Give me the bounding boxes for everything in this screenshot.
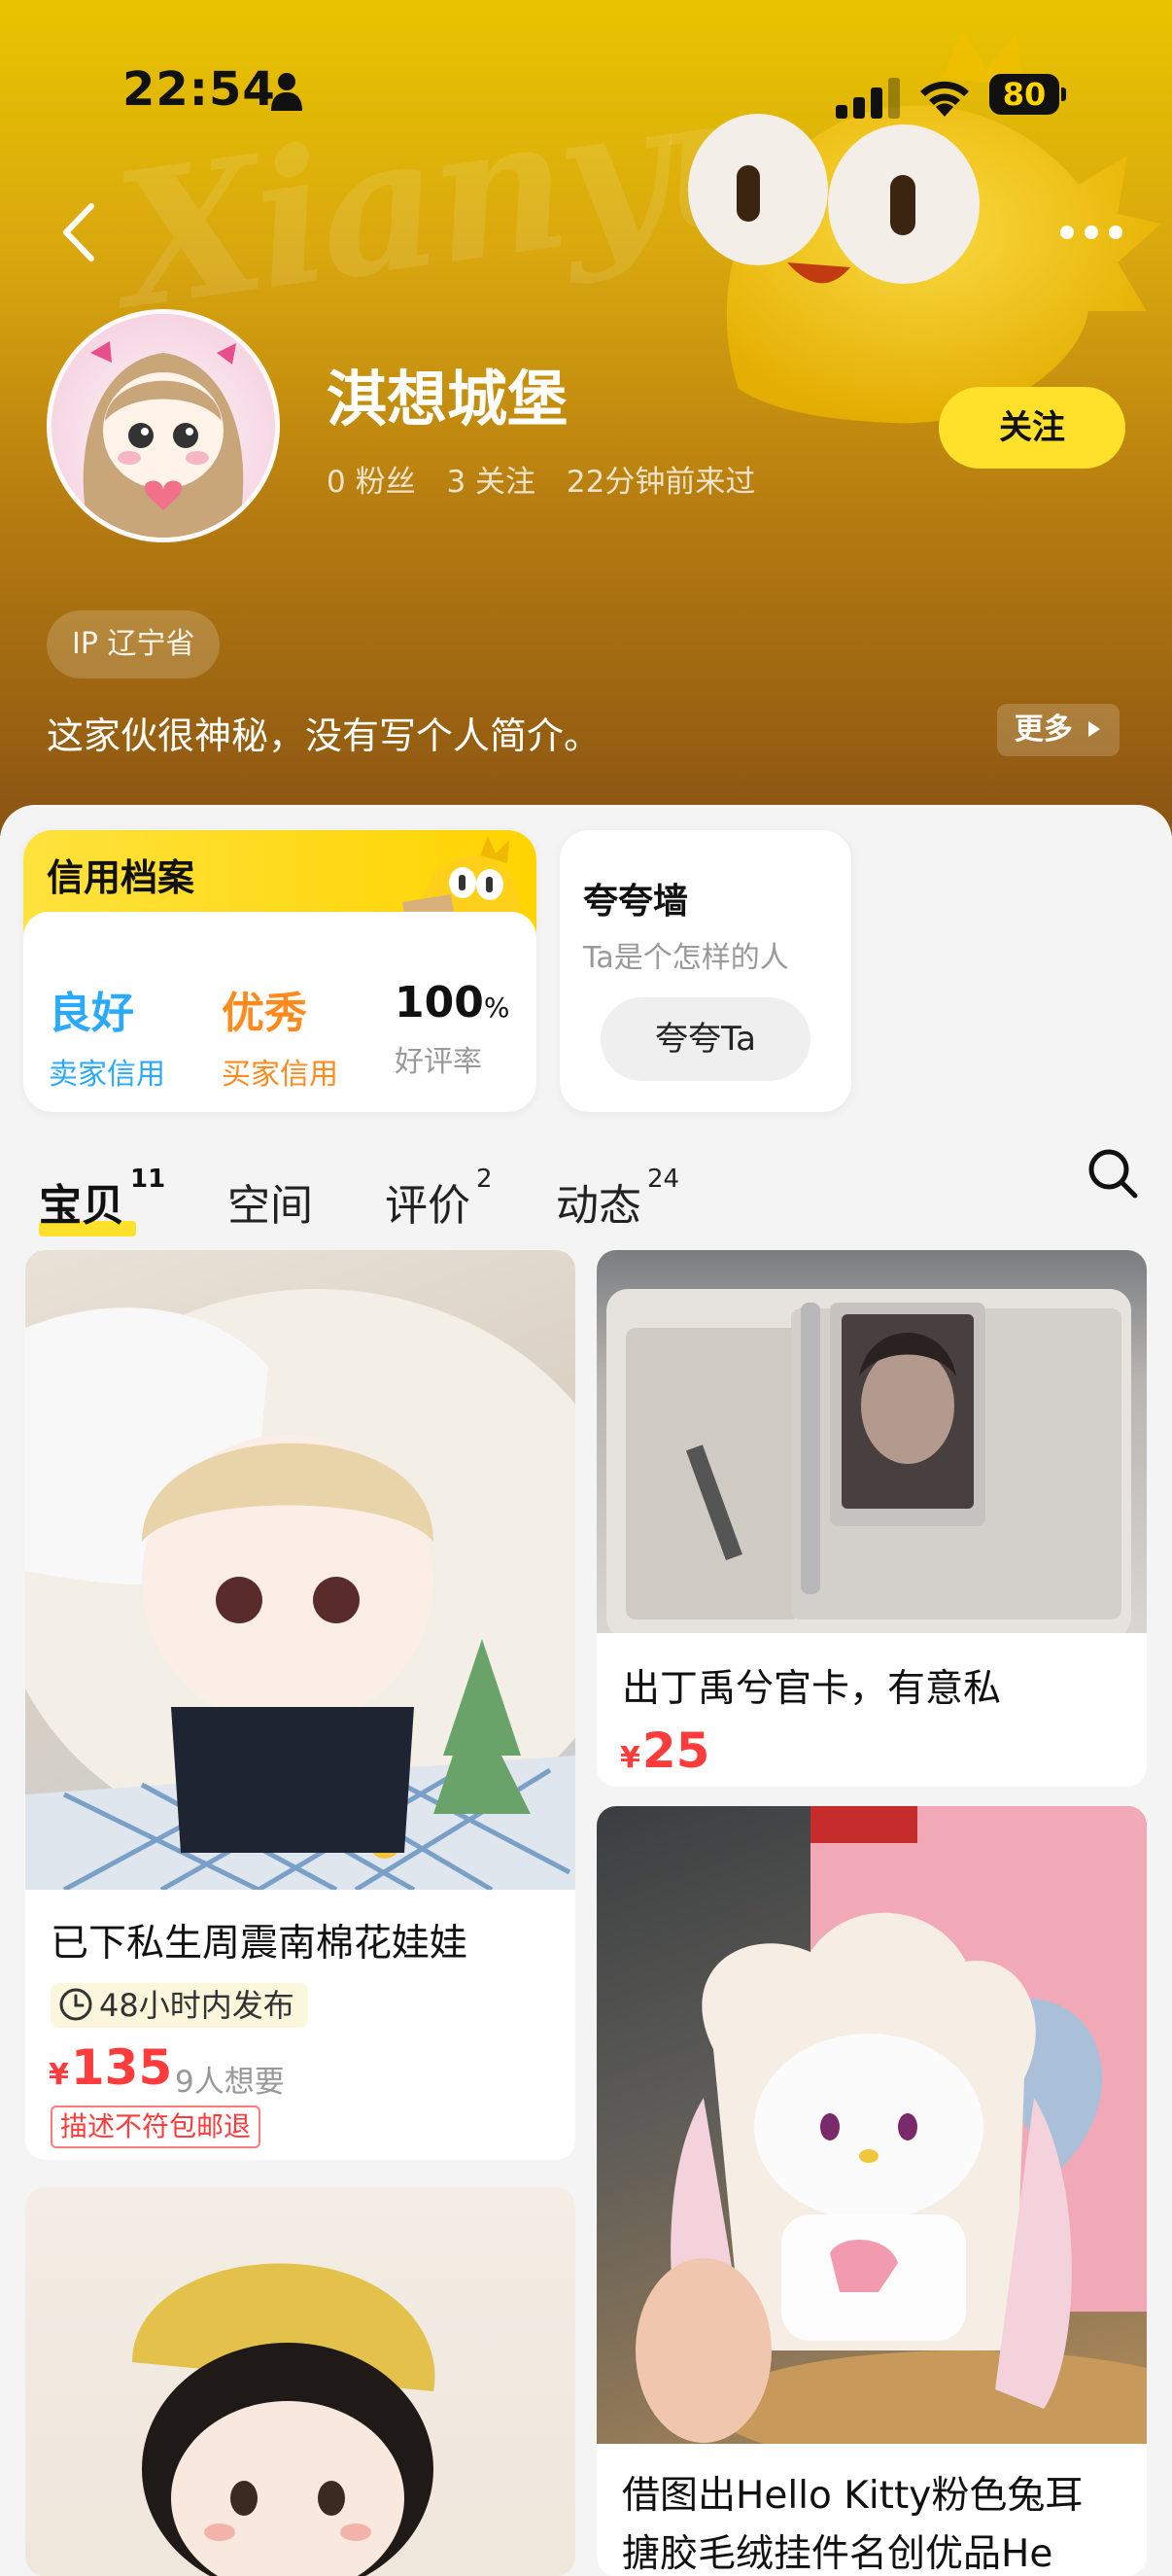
tab-reviews-label: 评价 xyxy=(385,1181,470,1231)
seller-credit-label: 卖家信用 xyxy=(49,1058,165,1092)
user-bio: 这家伙很神秘，没有写个人简介。 xyxy=(47,714,602,757)
caret-right-icon xyxy=(1088,720,1101,737)
product-image xyxy=(25,1250,575,1890)
tab-moments-label: 动态 xyxy=(556,1181,641,1231)
avatar[interactable] xyxy=(47,309,280,542)
bio-more-button[interactable]: 更多 xyxy=(997,704,1120,756)
status-bar: 22:54 80 xyxy=(0,0,1172,194)
currency-symbol: ¥ xyxy=(49,2058,69,2092)
buyer-credit-stat: 优秀 买家信用 xyxy=(222,978,338,1093)
ip-location-badge: IP 辽宁省 xyxy=(47,610,221,679)
profile-header: Xianyu 22:54 80 淇想城堡 0 粉丝 3 关注 22分钟前来过 关… xyxy=(0,0,1172,836)
buyer-credit-value: 优秀 xyxy=(222,989,307,1038)
cellular-signal-icon xyxy=(836,78,900,119)
battery-indicator: 80 xyxy=(989,74,1066,115)
plush-doll-photo xyxy=(132,2263,435,2576)
wifi-icon xyxy=(920,81,969,117)
buyer-credit-label: 买家信用 xyxy=(222,1058,338,1092)
product-price: ¥135 xyxy=(49,2039,172,2096)
price-value: 135 xyxy=(70,2039,173,2096)
praise-wall-title: 夸夸墙 xyxy=(583,882,689,922)
status-time: 22:54 xyxy=(122,62,276,117)
back-icon[interactable] xyxy=(54,200,103,264)
following-count[interactable]: 3 关注 xyxy=(446,465,535,500)
hello-kitty-plush-photo xyxy=(636,1806,1147,2444)
product-title-line2: 搪胶毛绒挂件名创优品He xyxy=(622,2532,1053,2576)
seller-credit-value: 良好 xyxy=(49,989,134,1038)
praise-wall-card[interactable]: 夸夸墙 Ta是个怎样的人 夸夸Ta xyxy=(560,830,851,1112)
fans-count[interactable]: 0 粉丝 xyxy=(327,465,416,500)
tab-space-label: 空间 xyxy=(227,1181,313,1231)
tab-items-count: 11 xyxy=(130,1165,166,1194)
want-count: 9人想要 xyxy=(175,2065,285,2100)
tab-moments[interactable]: 动态24 xyxy=(556,1165,679,1233)
credit-record-card[interactable]: 信用档案 良好 卖家信用 优秀 买家信用 100% 好评率 xyxy=(23,830,536,1112)
praise-wall-subtitle: Ta是个怎样的人 xyxy=(583,941,789,975)
photocard-binder-photo xyxy=(606,1289,1131,1633)
product-title: 已下私生周震南棉花娃娃 xyxy=(51,1922,468,1966)
product-title: 出丁禹兮官卡，有意私 xyxy=(622,1667,1002,1711)
tab-space[interactable]: 空间 xyxy=(227,1170,313,1233)
tab-reviews-count: 2 xyxy=(476,1165,493,1194)
positive-rate-unit: % xyxy=(483,992,510,1024)
product-title: 借图出Hello Kitty粉色兔耳 xyxy=(622,2474,1084,2518)
publish-time-tag: 48小时内发布 xyxy=(51,1983,308,2028)
user-stats: 0 粉丝 3 关注 22分钟前来过 xyxy=(327,457,776,501)
content-sheet: 信用档案 良好 卖家信用 优秀 买家信用 100% 好评率 夸夸墙 Ta是个怎样… xyxy=(0,805,1172,2576)
refund-policy-tag: 描述不符包邮退 xyxy=(51,2106,261,2148)
battery-level: 80 xyxy=(1002,76,1047,113)
product-image xyxy=(597,1806,1147,2444)
follow-button[interactable]: 关注 xyxy=(939,387,1125,469)
product-card[interactable] xyxy=(25,2187,575,2576)
seller-credit-stat: 良好 卖家信用 xyxy=(49,978,165,1093)
product-card[interactable]: 出丁禹兮官卡，有意私 ¥25 xyxy=(597,1250,1147,1787)
positive-rate-stat: 100% 好评率 xyxy=(395,978,509,1080)
bio-more-label: 更多 xyxy=(1014,713,1073,747)
avatar-illustration xyxy=(83,341,244,538)
price-value: 25 xyxy=(641,1723,710,1779)
currency-symbol: ¥ xyxy=(620,1741,640,1775)
publish-time-text: 48小时内发布 xyxy=(99,1987,294,2024)
tab-items[interactable]: 宝贝11 xyxy=(39,1165,165,1233)
praise-button[interactable]: 夸夸Ta xyxy=(601,997,810,1081)
positive-rate-label: 好评率 xyxy=(395,1045,482,1079)
product-image xyxy=(597,1250,1147,1633)
product-price: ¥25 xyxy=(620,1723,709,1779)
user-name: 淇想城堡 xyxy=(327,364,569,435)
tab-bar: 宝贝11 空间 评价2 动态24 xyxy=(0,1135,1172,1252)
tab-reviews[interactable]: 评价2 xyxy=(385,1165,493,1233)
plush-doll-photo xyxy=(25,1289,575,1890)
last-seen: 22分钟前来过 xyxy=(566,465,756,500)
clock-icon xyxy=(59,1988,92,2021)
more-options-icon[interactable] xyxy=(1057,220,1125,245)
tab-items-label: 宝贝 xyxy=(39,1181,124,1231)
positive-rate-value: 100 xyxy=(395,978,484,1027)
credit-title: 信用档案 xyxy=(47,856,195,899)
tab-moments-count: 24 xyxy=(647,1165,680,1194)
person-icon xyxy=(271,73,302,111)
product-card[interactable]: 借图出Hello Kitty粉色兔耳 搪胶毛绒挂件名创优品He xyxy=(597,1806,1147,2576)
product-image xyxy=(25,2187,575,2576)
search-icon[interactable] xyxy=(1086,1147,1139,1200)
product-card[interactable]: 已下私生周震南棉花娃娃 48小时内发布 ¥135 9人想要 描述不符包邮退 xyxy=(25,1250,575,2160)
